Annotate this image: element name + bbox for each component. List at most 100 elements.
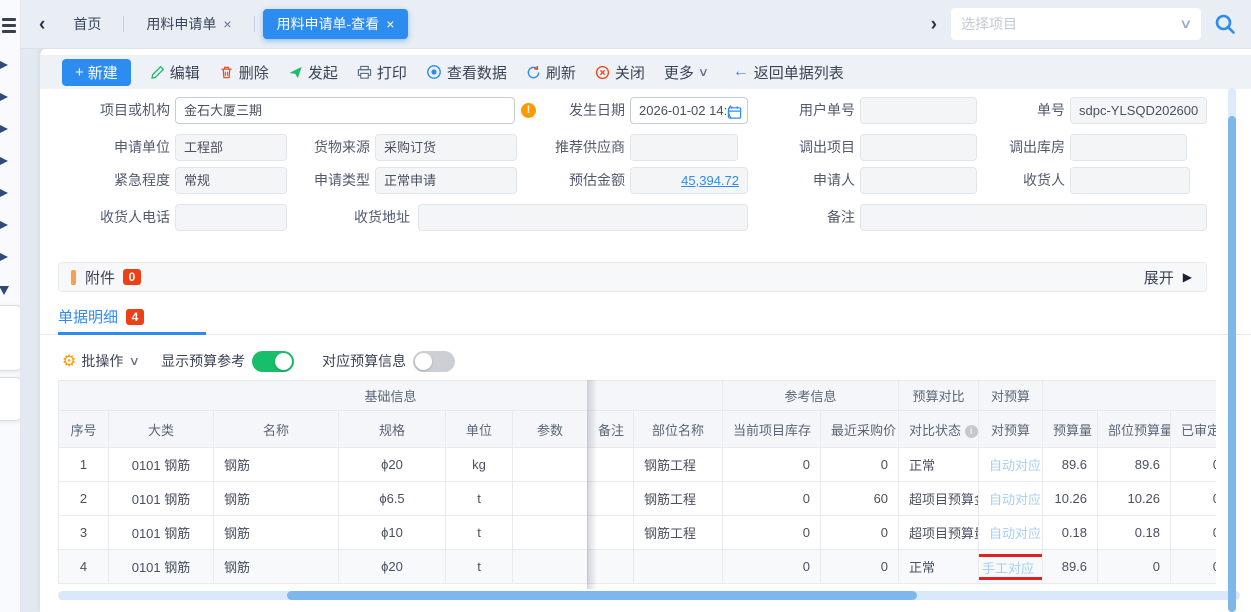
budget-info-label: 对应预算信息 — [322, 351, 406, 371]
remark-field[interactable] — [860, 204, 1207, 231]
close-icon[interactable]: × — [223, 17, 231, 31]
out-warehouse-label: 调出库房 — [985, 134, 1065, 161]
cell-name: 钢筋 — [214, 482, 339, 516]
cell-recent-price: 0 — [821, 516, 899, 550]
app-window: ‹ 首页 用料申请单 × 用料申请单-查看 × › 选择项目 ∨ +新建 — [0, 0, 1251, 612]
project-select[interactable]: 选择项目 ∨ — [951, 8, 1201, 40]
amount-link[interactable]: 45,394.72 — [639, 168, 739, 193]
cell-index: 3 — [59, 516, 109, 550]
apply-type-field[interactable]: 正常申请 — [375, 167, 517, 194]
sidebar-arrow-icon[interactable] — [0, 220, 8, 230]
sidebar-arrow-icon[interactable] — [0, 60, 8, 70]
group-header: 对预算 — [979, 381, 1043, 411]
user-no-field[interactable] — [860, 97, 977, 124]
column-header-to-budget: 对预算 — [979, 411, 1043, 448]
cell-param — [513, 550, 588, 584]
sidebar-popup-edge — [0, 305, 21, 371]
table-row: 30101 钢筋钢筋ϕ10t钢筋工程00超项目预算量自动对应0.180.180 — [59, 516, 1217, 550]
address-field[interactable] — [418, 204, 748, 231]
horizontal-scrollbar-thumb[interactable] — [287, 591, 917, 600]
out-project-field[interactable] — [860, 134, 977, 161]
sidebar-arrow-icon[interactable] — [0, 92, 8, 102]
out-warehouse-field[interactable] — [1070, 134, 1187, 161]
source-field[interactable]: 采购订货 — [375, 134, 517, 161]
search-icon[interactable] — [1213, 12, 1237, 36]
edit-button[interactable]: 编辑 — [150, 62, 200, 83]
group-header: 基础信息 — [59, 381, 723, 411]
cell-spec: ϕ20 — [339, 448, 446, 482]
auto-match-link[interactable]: 自动对应 — [989, 492, 1041, 507]
attachments-count-badge: 0 — [123, 269, 141, 285]
tabs-scroll-left-icon[interactable]: ‹ — [39, 15, 45, 34]
budget-info-toggle[interactable] — [413, 351, 455, 372]
sidebar-arrow-down-icon[interactable] — [0, 286, 9, 295]
column-header-index: 序号 — [59, 411, 109, 448]
back-to-list-button[interactable]: ← 返回单据列表 — [733, 62, 844, 83]
table-row: 20101 钢筋钢筋ϕ6.5t钢筋工程060超项目预算金自动对应10.2610.… — [59, 482, 1217, 516]
column-header-unit: 单位 — [446, 411, 513, 448]
collapsed-sidebar — [0, 0, 21, 612]
warning-info-icon[interactable]: ! — [521, 103, 536, 118]
project-field[interactable]: 金石大厦三期 — [175, 97, 515, 124]
tab-home[interactable]: 首页 — [59, 9, 115, 39]
delete-button[interactable]: 删除 — [219, 62, 269, 83]
amount-field: 45,394.72 — [630, 167, 748, 194]
cell-to-budget: 自动对应 — [979, 516, 1043, 550]
new-button[interactable]: +新建 — [62, 59, 131, 86]
cell-approved-qty: 0 — [1171, 516, 1216, 550]
sidebar-arrow-icon[interactable] — [0, 252, 8, 262]
auto-match-link[interactable]: 自动对应 — [989, 526, 1041, 541]
cell-name: 钢筋 — [214, 516, 339, 550]
cell-unit: kg — [446, 448, 513, 482]
send-icon — [288, 65, 303, 80]
sidebar-arrow-icon[interactable] — [0, 124, 8, 134]
manual-match-link[interactable]: 手工对应 — [982, 558, 1034, 577]
cell-part-budget-qty: 0 — [1098, 550, 1171, 584]
supplier-field[interactable] — [630, 134, 738, 161]
column-header-category: 大类 — [109, 411, 214, 448]
initiate-button[interactable]: 发起 — [288, 62, 338, 83]
column-header-param: 参数 — [513, 411, 588, 448]
apply-type-label: 申请类型 — [290, 167, 370, 194]
hamburger-menu-icon[interactable] — [2, 15, 18, 33]
urgency-field[interactable]: 常规 — [175, 167, 287, 194]
tabs-scroll-right-icon[interactable]: › — [931, 15, 937, 34]
close-button[interactable]: 关闭 — [595, 62, 645, 83]
auto-match-link[interactable]: 自动对应 — [989, 458, 1041, 473]
calendar-icon[interactable] — [727, 103, 742, 124]
source-label: 货物来源 — [290, 134, 370, 161]
cell-part-name: 钢筋工程 — [634, 482, 723, 516]
cell-part-name — [634, 550, 723, 584]
show-budget-ref-toggle[interactable] — [252, 351, 294, 372]
view-data-button[interactable]: 查看数据 — [426, 62, 507, 83]
doc-no-field[interactable]: sdpc-YLSQD202600 — [1070, 97, 1207, 124]
attachments-bar[interactable]: 附件 0 展开 ▶ — [58, 262, 1207, 292]
sidebar-arrow-icon[interactable] — [0, 188, 8, 198]
tab-detail[interactable]: 单据明细 4 — [58, 306, 144, 327]
close-icon[interactable]: × — [386, 17, 394, 31]
attachment-marker-icon — [71, 270, 76, 285]
receiver-field[interactable] — [1070, 167, 1190, 194]
cell-category: 0101 钢筋 — [109, 516, 214, 550]
cell-approved-qty: 0 — [1171, 550, 1216, 584]
cell-part-budget-qty: 89.6 — [1098, 448, 1171, 482]
tab-material-request[interactable]: 用料申请单 × — [132, 9, 245, 39]
table-row: 40101 钢筋钢筋ϕ20t00正常手工对应89.600 — [59, 550, 1217, 584]
vertical-scrollbar-thumb[interactable] — [1228, 116, 1236, 612]
tab-material-request-view[interactable]: 用料申请单-查看 × — [263, 9, 409, 39]
refresh-button[interactable]: 刷新 — [526, 62, 576, 83]
sidebar-arrow-icon[interactable] — [0, 156, 8, 166]
info-icon[interactable]: i — [965, 425, 978, 438]
phone-field[interactable] — [175, 204, 287, 231]
cell-to-budget: 手工对应 — [979, 550, 1043, 584]
batch-operation-button[interactable]: 批操作 — [81, 351, 123, 371]
print-button[interactable]: 打印 — [357, 62, 407, 83]
group-header — [1043, 381, 1216, 411]
apply-unit-field[interactable]: 工程部 — [175, 134, 287, 161]
applicant-field[interactable] — [860, 167, 977, 194]
date-field[interactable]: 2026-01-02 14:( — [630, 97, 748, 124]
expand-button[interactable]: 展开 ▶ — [1144, 267, 1192, 288]
group-header: 预算对比 — [899, 381, 979, 411]
cell-to-budget: 自动对应 — [979, 448, 1043, 482]
more-button[interactable]: 更多∨ — [664, 62, 708, 83]
